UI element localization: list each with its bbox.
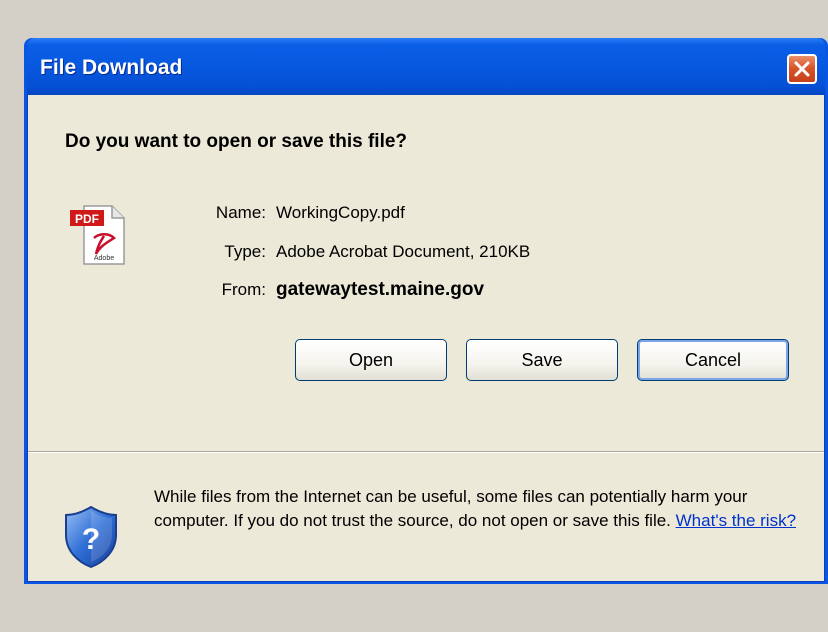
warning-text: While files from the Internet can be use… [154,487,748,530]
file-info-pane: Do you want to open or save this file? P… [28,95,824,435]
pane-divider [28,451,824,453]
close-icon [794,61,810,77]
file-source-row: From: gatewaytest.maine.gov [176,279,484,301]
open-button[interactable]: Open [295,339,447,381]
file-type-row: Type: Adobe Acrobat Document, 210KB [176,242,530,262]
svg-text:PDF: PDF [75,212,99,226]
close-button[interactable] [787,54,817,84]
window-title: File Download [40,56,183,79]
save-button[interactable]: Save [466,339,618,381]
title-bar[interactable]: File Download [27,38,825,95]
file-source-label: From: [221,280,266,299]
svg-text:?: ? [82,523,100,556]
file-name-row: Name: WorkingCopy.pdf [176,203,405,223]
file-name-value: WorkingCopy.pdf [276,203,405,222]
svg-text:Adobe: Adobe [94,255,114,262]
file-type-label: Type: [224,242,266,261]
security-warning: While files from the Internet can be use… [154,485,804,533]
file-name-label: Name: [215,203,266,222]
shield-question-icon: ? [65,505,117,569]
pdf-file-icon: PDF Adobe [70,205,125,265]
file-type-value: Adobe Acrobat Document, 210KB [276,242,531,261]
whats-the-risk-link[interactable]: What's the risk? [676,511,796,530]
file-source-value: gatewaytest.maine.gov [276,279,485,300]
dialog-question: Do you want to open or save this file? [65,131,408,152]
dialog-body: Do you want to open or save this file? P… [27,95,825,582]
file-download-dialog: File Download Do you want to open or sav… [24,38,828,584]
cancel-button[interactable]: Cancel [637,339,789,381]
